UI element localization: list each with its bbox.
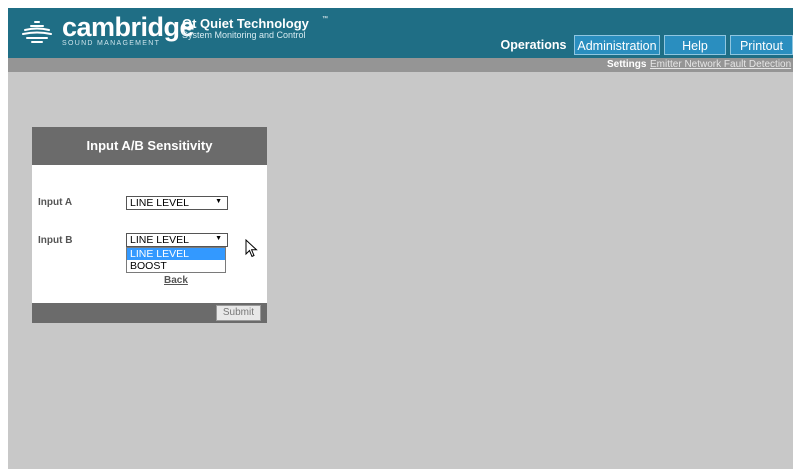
input-b-value: LINE LEVEL <box>130 234 189 246</box>
input-b-select[interactable]: LINE LEVEL ▼ <box>126 233 228 247</box>
tab-administration[interactable]: Administration <box>574 35 660 55</box>
cambridge-logo[interactable]: cambridge ™ SOUND MANAGEMENT <box>22 12 195 50</box>
submit-button[interactable]: Submit <box>215 305 261 321</box>
app-frame: cambridge ™ SOUND MANAGEMENT Qt Quiet Te… <box>8 8 793 469</box>
sound-wave-icon <box>22 21 52 43</box>
product-title-block: Qt Quiet Technology ™ System Monitoring … <box>182 16 328 40</box>
sub-navigation: Settings Emitter Network Fault Detection <box>8 58 793 72</box>
chevron-down-icon: ▼ <box>215 235 222 242</box>
tab-operations[interactable]: Operations <box>494 35 573 55</box>
subnav-settings[interactable]: Settings <box>607 58 646 72</box>
tab-printout[interactable]: Printout <box>730 35 793 55</box>
mouse-pointer-icon <box>245 239 258 258</box>
product-title: Qt Quiet Technology <box>182 16 309 31</box>
option-line-level[interactable]: LINE LEVEL <box>127 248 225 260</box>
option-boost[interactable]: BOOST <box>127 260 225 272</box>
brand-trademark: ™ <box>167 22 173 28</box>
product-subtitle: System Monitoring and Control <box>182 30 306 40</box>
sensitivity-panel: Input A/B Sensitivity Input A LINE LEVEL… <box>32 127 267 323</box>
chevron-down-icon: ▼ <box>215 198 222 205</box>
input-a-select[interactable]: LINE LEVEL ▼ <box>126 196 228 210</box>
back-link[interactable]: Back <box>164 275 188 286</box>
subnav-emitter-network-fault-detection[interactable]: Emitter Network Fault Detection <box>650 58 791 72</box>
brand-name: cambridge <box>62 12 195 42</box>
panel-title: Input A/B Sensitivity <box>32 127 267 165</box>
header: cambridge ™ SOUND MANAGEMENT Qt Quiet Te… <box>8 8 793 58</box>
tab-help[interactable]: Help <box>664 35 726 55</box>
input-b-label: Input B <box>38 235 73 246</box>
input-a-value: LINE LEVEL <box>130 197 189 209</box>
brand-tagline: SOUND MANAGEMENT <box>62 40 161 47</box>
panel-footer: Submit <box>32 303 267 323</box>
product-trademark: ™ <box>322 16 328 22</box>
input-a-label: Input A <box>38 197 73 208</box>
input-b-dropdown-list: LINE LEVEL BOOST <box>126 247 226 273</box>
